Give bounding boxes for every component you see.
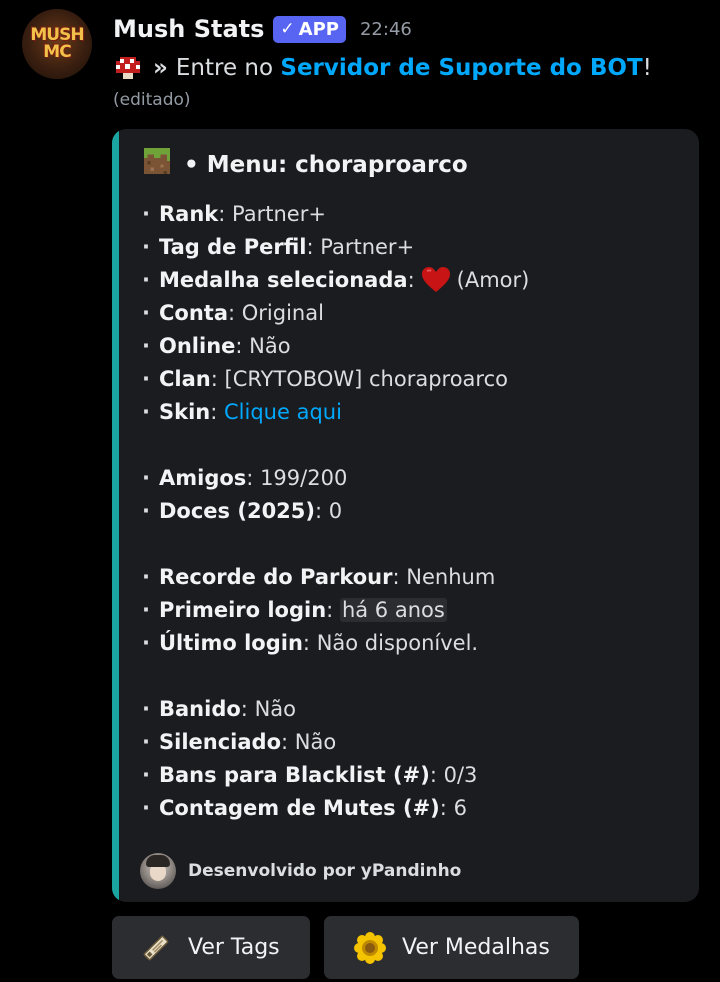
field-banned: · Banido: Não — [142, 697, 296, 721]
developer-avatar — [140, 853, 176, 889]
footer-text: Desenvolvido por yPandinho — [188, 861, 462, 881]
field-skin: · Skin: Clique aqui — [142, 400, 342, 424]
message-timestamp[interactable]: 22:46 — [360, 19, 412, 40]
field-friends: · Amigos: 199/200 — [142, 466, 348, 490]
field-account: · Conta: Original — [142, 301, 324, 325]
embed-title: • Menu: choraproarco — [144, 148, 468, 181]
field-candies: · Doces (2025): 0 — [142, 499, 343, 523]
field-rank: · Rank: Partner+ — [142, 202, 326, 226]
bot-logo: MUSH MC — [30, 25, 84, 62]
grass-block-icon — [144, 148, 170, 174]
edited-label: (editado) — [113, 90, 191, 110]
view-tags-button[interactable]: Ver Tags — [112, 916, 310, 979]
field-mute-count: · Contagem de Mutes (#): 6 — [142, 796, 467, 820]
support-server-link[interactable]: Servidor de Suporte do BOT — [280, 55, 642, 81]
first-login-timestamp[interactable]: há 6 anos — [339, 598, 447, 622]
field-clan: · Clan: [CRYTOBOW] choraproarco — [142, 367, 508, 391]
message-header: Mush Stats ✓ APP 22:46 — [113, 12, 412, 46]
heart-icon — [421, 267, 450, 292]
embed-footer: Desenvolvido por yPandinho — [140, 852, 461, 890]
message-content: » Entre no Servidor de Suporte do BOT! — [113, 50, 652, 86]
field-muted: · Silenciado: Não — [142, 730, 337, 754]
sunflower-icon — [354, 931, 386, 964]
stats-embed: • Menu: choraproarco · Rank: Partner+ · … — [112, 129, 699, 902]
app-badge: ✓ APP — [273, 15, 346, 43]
embed-accent-bar — [112, 129, 119, 902]
name-tag-icon — [143, 935, 169, 960]
author-name[interactable]: Mush Stats — [113, 15, 264, 43]
red-mushroom-icon — [116, 57, 140, 79]
checkmark-icon: ✓ — [280, 19, 295, 39]
field-profile-tag: · Tag de Perfil: Partner+ — [142, 235, 415, 259]
field-first-login: · Primeiro login: há 6 anos — [142, 598, 447, 622]
field-online: · Online: Não — [142, 334, 291, 358]
bot-avatar[interactable]: MUSH MC — [22, 9, 92, 79]
field-selected-medal: · Medalha selecionada: (Amor) — [142, 267, 530, 292]
embed-title-text: Menu: choraproarco — [206, 152, 468, 178]
view-medals-button[interactable]: Ver Medalhas — [324, 916, 579, 979]
field-last-login: · Último login: Não disponível. — [142, 631, 479, 655]
field-parkour-record: · Recorde do Parkour: Nenhum — [142, 565, 496, 589]
skin-link[interactable]: Clique aqui — [224, 400, 342, 424]
field-blacklist-bans: · Bans para Blacklist (#): 0/3 — [142, 763, 478, 787]
